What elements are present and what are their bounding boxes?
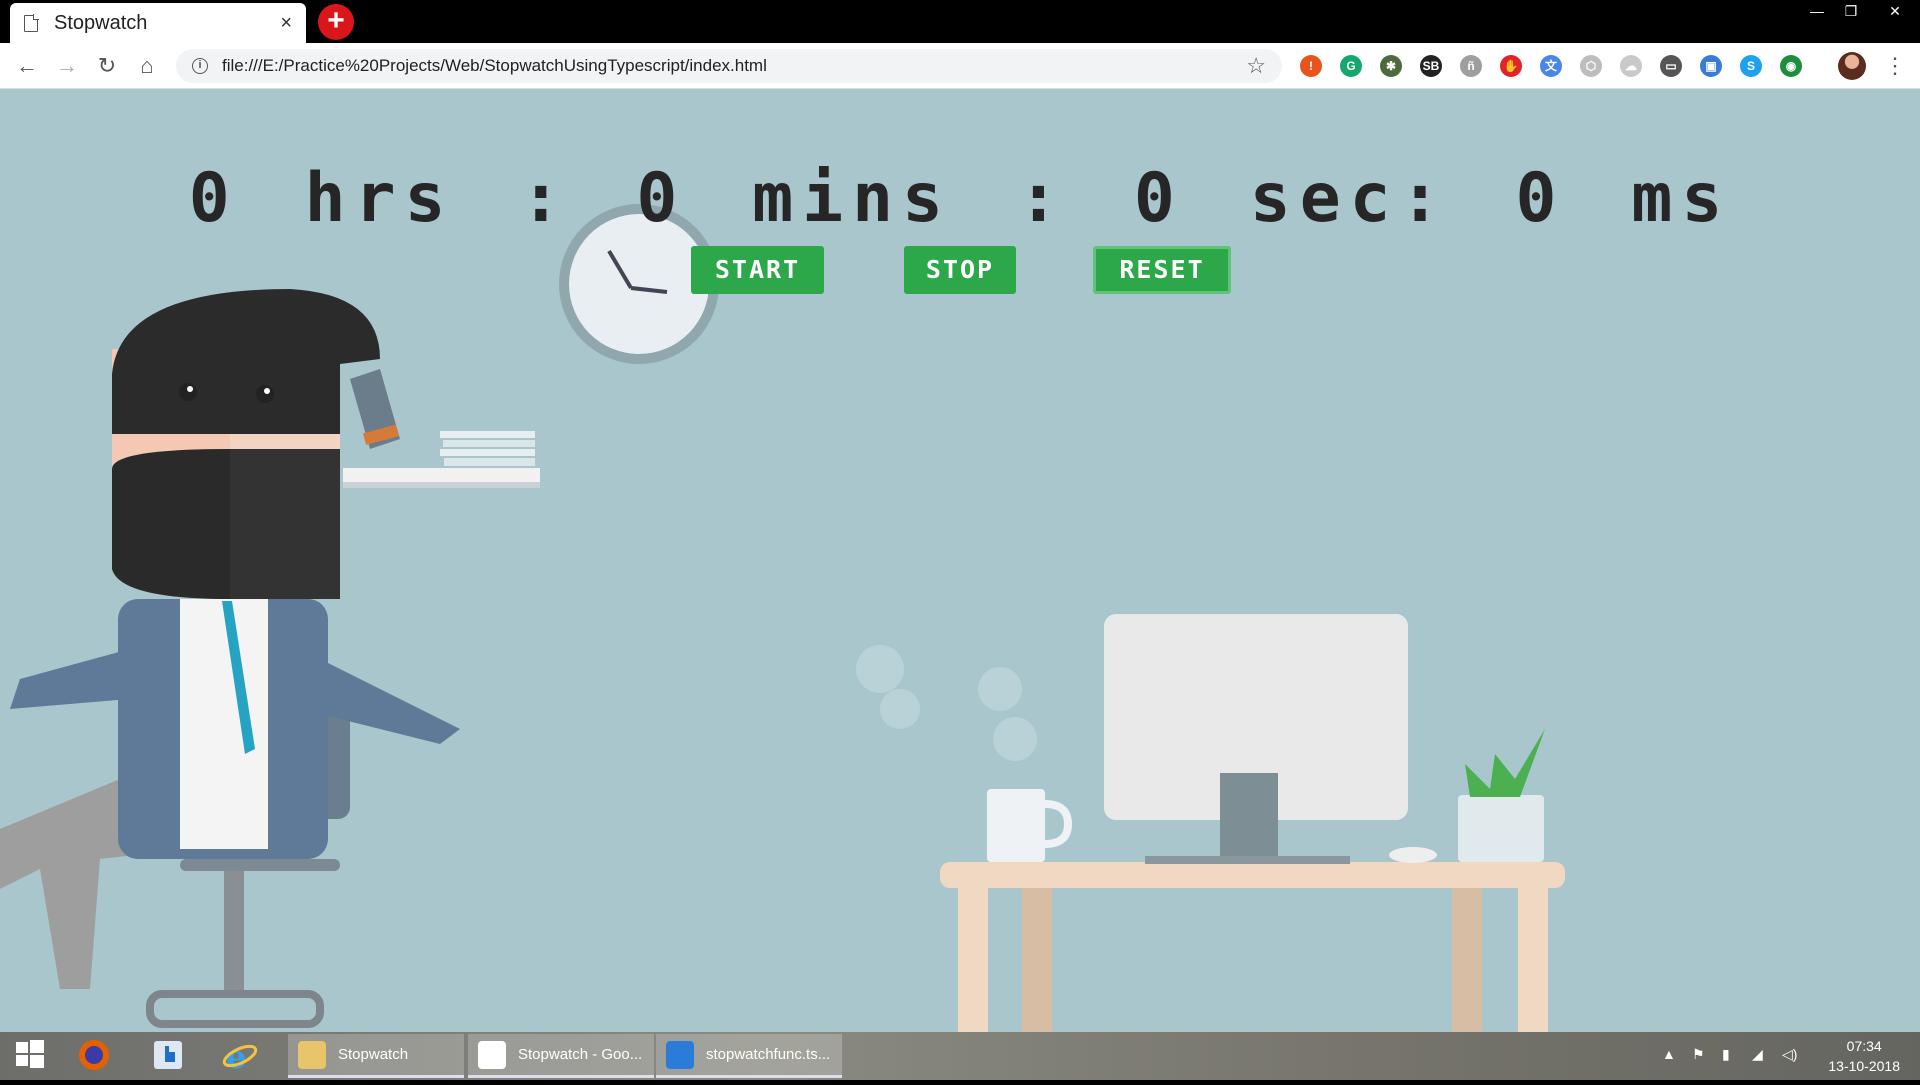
adblock-extension-icon[interactable]: ✋ [1500, 55, 1522, 77]
menu-icon[interactable]: ⋮ [1884, 53, 1906, 79]
cloud-extension-icon[interactable]: ☁ [1620, 55, 1642, 77]
maximize-button[interactable]: ❐ [1832, 0, 1870, 22]
seconds-unit: sec: [1249, 159, 1450, 238]
network-icon[interactable]: ◢ [1752, 1046, 1763, 1063]
battery-icon[interactable]: ▮ [1722, 1046, 1730, 1063]
hours-unit: hrs [304, 159, 455, 238]
start-button[interactable]: START [691, 246, 824, 294]
task-app-icon [478, 1040, 506, 1069]
milliseconds-unit: ms [1631, 159, 1732, 238]
stop-button[interactable]: STOP [904, 246, 1016, 294]
milliseconds-value: 0 [1515, 159, 1566, 238]
skype-extension-icon[interactable]: S [1740, 55, 1762, 77]
url-text[interactable]: file:///E:/Practice%20Projects/Web/Stopw… [222, 56, 1246, 76]
volume-icon[interactable]: ◁) [1782, 1046, 1797, 1063]
reset-button[interactable]: RESET [1093, 246, 1231, 294]
task-app-icon [298, 1040, 326, 1069]
cast-extension-icon[interactable]: ▭ [1660, 55, 1682, 77]
taskbar: e Stopwatch Stopwatch - Goo... stopwatchfu… [0, 1032, 1920, 1080]
task-label: Stopwatch - Goo... [518, 1046, 643, 1063]
separator: : [1017, 159, 1068, 238]
alert-extension-icon[interactable]: ! [1300, 55, 1322, 77]
tab-close-icon[interactable]: × [280, 12, 292, 35]
desk-illustration [856, 614, 1565, 1032]
page-viewport: 0 hrs : 0 mins : 0 sec: 0 ms START STOP … [0, 89, 1920, 1032]
system-clock[interactable]: 07:34 13-10-2018 [1828, 1036, 1900, 1076]
screen-extension-icon[interactable]: ▣ [1700, 55, 1722, 77]
new-tab-button[interactable]: + [318, 4, 354, 40]
hours-value: 0 [188, 159, 239, 238]
touch-app-icon[interactable] [150, 1038, 186, 1074]
tab-strip: Stopwatch × + — ❐ ✕ [0, 0, 1920, 43]
taskbar-task[interactable]: Stopwatch - Goo... [468, 1034, 654, 1078]
firefox-icon[interactable] [76, 1038, 112, 1074]
page-icon [24, 13, 39, 32]
seconds-value: 0 [1133, 159, 1184, 238]
taskbar-task[interactable]: Stopwatch [288, 1034, 464, 1078]
minimize-button[interactable]: — [1798, 0, 1836, 22]
browser-toolbar: ← → ↻ ⌂ i file:///E:/Practice%20Projects… [0, 43, 1920, 89]
info-icon[interactable]: i [192, 58, 208, 74]
flag-icon[interactable]: ⚑ [1692, 1046, 1705, 1063]
grammarly-extension-icon[interactable]: G [1340, 55, 1362, 77]
bookmark-star-icon[interactable]: ☆ [1246, 53, 1266, 79]
profile-avatar[interactable] [1838, 52, 1866, 80]
windows-start-icon[interactable] [12, 1038, 48, 1074]
home-button[interactable]: ⌂ [132, 51, 162, 81]
forward-button[interactable]: → [52, 51, 82, 81]
minutes-unit: mins [752, 159, 952, 238]
task-app-icon [666, 1040, 694, 1069]
close-window-button[interactable]: ✕ [1876, 0, 1914, 22]
font-extension-icon[interactable]: ñ [1460, 55, 1482, 77]
stopwatch-display: 0 hrs : 0 mins : 0 sec: 0 ms [0, 159, 1920, 238]
minutes-value: 0 [636, 159, 687, 238]
address-bar[interactable]: i file:///E:/Practice%20Projects/Web/Sto… [176, 49, 1282, 83]
show-hidden-icons[interactable]: ▲ [1662, 1046, 1676, 1062]
translate-extension-icon[interactable]: 文 [1540, 55, 1562, 77]
tab-title: Stopwatch [54, 11, 148, 34]
task-label: Stopwatch [338, 1046, 409, 1063]
bug-extension-icon[interactable]: ✱ [1380, 55, 1402, 77]
businessman-illustration [0, 289, 460, 1028]
reload-button[interactable]: ↻ [92, 51, 122, 81]
browser-tab[interactable]: Stopwatch × [10, 3, 306, 43]
clock-time: 07:34 [1846, 1038, 1882, 1054]
internet-explorer-icon[interactable]: e [222, 1038, 258, 1076]
sb-extension-icon[interactable]: SB [1420, 55, 1442, 77]
back-button[interactable]: ← [12, 51, 42, 81]
separator: : [520, 159, 571, 238]
clock-date: 13-10-2018 [1828, 1058, 1900, 1074]
taskbar-task[interactable]: stopwatchfunc.ts... [656, 1034, 842, 1078]
globe-extension-icon[interactable]: ◉ [1780, 55, 1802, 77]
task-label: stopwatchfunc.ts... [706, 1046, 831, 1063]
cube-extension-icon[interactable]: ⬡ [1580, 55, 1602, 77]
